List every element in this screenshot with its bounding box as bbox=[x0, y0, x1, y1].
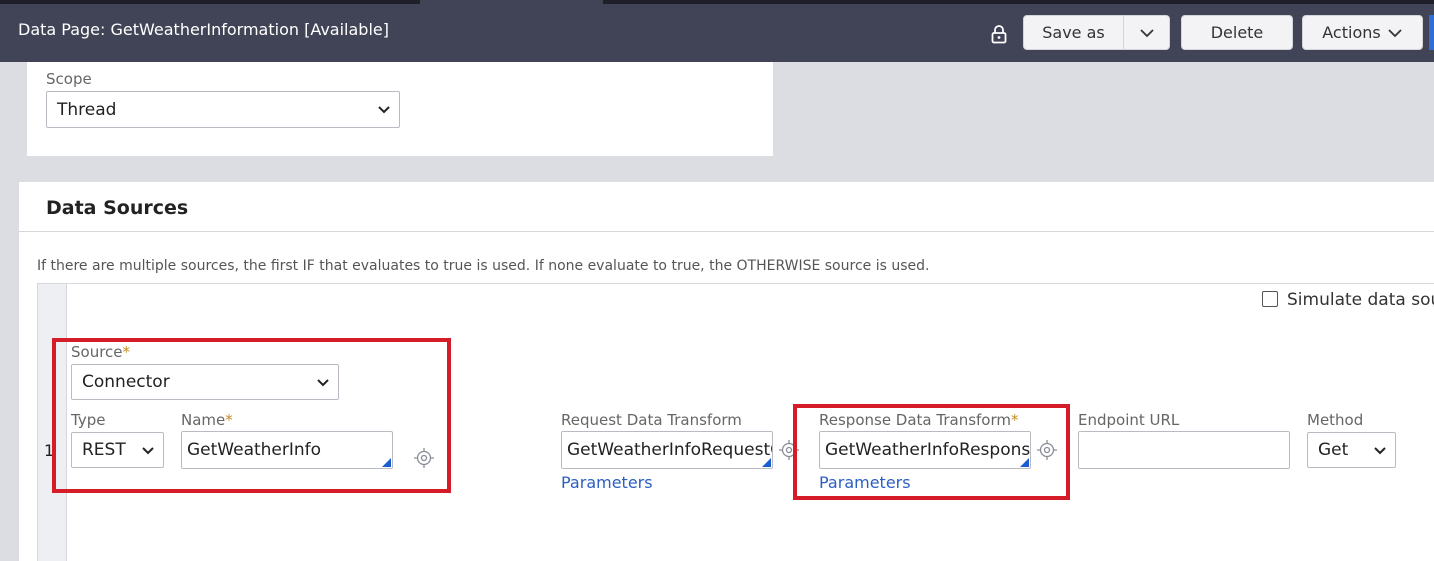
highlight-box-response bbox=[793, 404, 1070, 500]
scope-label: Scope bbox=[46, 70, 92, 88]
header-tab-strip bbox=[0, 0, 420, 4]
actions-label: Actions bbox=[1322, 23, 1381, 42]
autocomplete-corner bbox=[762, 458, 771, 467]
endpoint-url-input[interactable] bbox=[1078, 431, 1290, 469]
lock-icon[interactable] bbox=[990, 24, 1008, 44]
method-label: Method bbox=[1307, 411, 1364, 429]
chevron-down-icon bbox=[1139, 28, 1154, 37]
header-tab-strip-right bbox=[603, 0, 1434, 4]
save-as-dropdown-button[interactable] bbox=[1123, 15, 1170, 50]
data-sources-title: Data Sources bbox=[46, 197, 189, 219]
delete-label: Delete bbox=[1210, 23, 1264, 42]
page-title: Data Page: GetWeatherInformation [Availa… bbox=[18, 20, 389, 39]
delete-button[interactable]: Delete bbox=[1181, 15, 1293, 50]
request-transform-value: GetWeatherInfoRequestC bbox=[567, 440, 773, 460]
scope-select[interactable]: Thread bbox=[46, 91, 400, 128]
scope-select-value: Thread bbox=[57, 99, 117, 120]
actions-button[interactable]: Actions bbox=[1302, 15, 1423, 50]
chevron-down-icon bbox=[1388, 28, 1402, 37]
endpoint-url-label: Endpoint URL bbox=[1078, 411, 1180, 429]
section-divider bbox=[19, 231, 1434, 232]
request-transform-label: Request Data Transform bbox=[561, 411, 742, 429]
chevron-down-icon bbox=[1374, 446, 1386, 454]
save-as-button[interactable]: Save as bbox=[1023, 15, 1124, 50]
save-as-label: Save as bbox=[1042, 23, 1105, 42]
simulate-data-source-checkbox[interactable] bbox=[1262, 291, 1278, 307]
chevron-down-icon bbox=[378, 106, 390, 114]
method-select[interactable]: Get bbox=[1307, 432, 1396, 468]
header-primary-button-edge[interactable] bbox=[1429, 15, 1434, 50]
highlight-box-source bbox=[52, 338, 451, 493]
request-parameters-link[interactable]: Parameters bbox=[561, 473, 653, 492]
simulate-data-source-label: Simulate data sou bbox=[1287, 290, 1434, 310]
method-select-value: Get bbox=[1318, 440, 1349, 460]
data-sources-note: If there are multiple sources, the first… bbox=[37, 258, 930, 274]
request-transform-input[interactable]: GetWeatherInfoRequestC bbox=[561, 431, 773, 469]
